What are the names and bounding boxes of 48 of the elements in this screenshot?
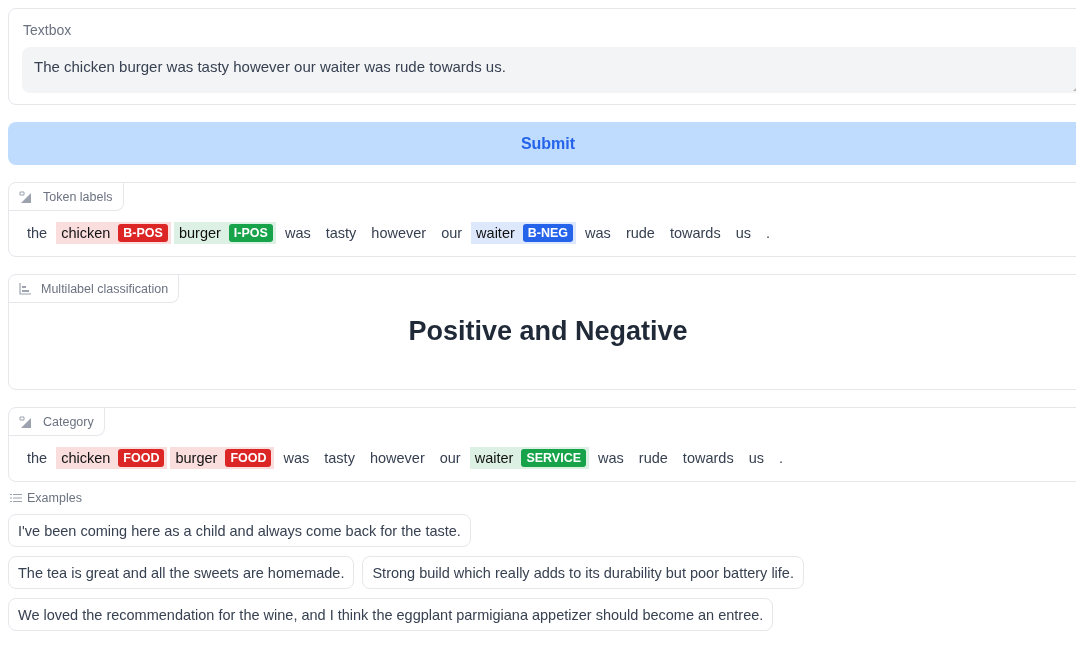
highlighted-token: waiter B-NEG [471, 222, 577, 244]
token: tasty [324, 224, 358, 243]
panel-label: Multilabel classification [41, 281, 169, 296]
token: rude [624, 224, 656, 243]
example-button[interactable]: I've been coming here as a child and always come back for the taste. [8, 514, 471, 547]
highlighted-token: chicken FOOD [56, 447, 168, 469]
text-input-field[interactable]: The chicken burger was tasty however our waiter was rude towards us. [22, 47, 1076, 93]
textbox-label: Textbox [23, 22, 72, 38]
token: the [26, 224, 49, 243]
entity-tag: I-POS [228, 224, 273, 242]
label-icon [19, 414, 33, 429]
token: us [734, 224, 752, 243]
submit-button[interactable]: Submit [8, 122, 1076, 165]
panel-label: Token labels [43, 189, 113, 204]
list-icon [10, 493, 22, 503]
entity-tag: B-POS [118, 224, 168, 242]
example-button[interactable]: The tea is great and all the sweets are homemade. [8, 556, 355, 589]
bar-chart-icon [19, 282, 31, 295]
highlighted-token: burger I-POS [173, 222, 276, 244]
token: was [283, 224, 312, 243]
entity-tag: FOOD [225, 449, 272, 467]
entity-tag: FOOD [118, 449, 165, 467]
example-button[interactable]: Strong build which really adds to its durability but poor battery life. [362, 556, 804, 589]
token: was [597, 449, 625, 468]
highlighted-token: waiter SERVICE [469, 447, 590, 469]
highlighted-token: chicken B-POS [56, 222, 171, 244]
token: . [765, 224, 772, 243]
label-icon [19, 189, 33, 204]
token: our [440, 224, 464, 243]
entity-tag: SERVICE [521, 449, 587, 467]
token: however [368, 449, 426, 468]
token: us [747, 449, 765, 468]
classification-result: Positive and Negative [408, 316, 688, 347]
token: rude [637, 449, 669, 468]
token: was [584, 224, 612, 243]
token: . [777, 449, 784, 468]
token: the [26, 449, 49, 468]
examples-label: Examples [27, 491, 82, 505]
token: towards [681, 449, 735, 468]
token: tasty [323, 449, 356, 468]
token: however [370, 224, 428, 243]
entity-tag: B-NEG [522, 224, 574, 242]
panel-label: Category [43, 414, 94, 429]
token: towards [668, 224, 722, 243]
token: our [438, 449, 462, 468]
token: was [282, 449, 311, 468]
highlighted-token: burger FOOD [170, 447, 275, 469]
example-button[interactable]: We loved the recommendation for the wine, and I think the eggplant parmigiana appetizer should become an entree. [8, 598, 774, 631]
